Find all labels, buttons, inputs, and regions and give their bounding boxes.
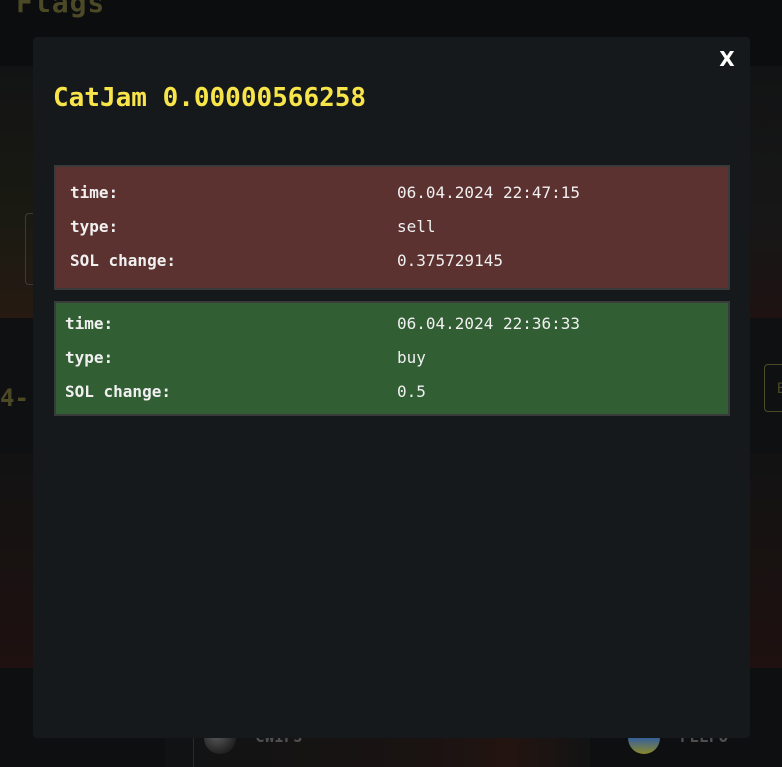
background-page-title: Flags (16, 0, 106, 19)
field-value: buy (397, 348, 426, 367)
field-value: 06.04.2024 22:36:33 (397, 314, 581, 333)
transaction-row-time: time: 06.04.2024 22:47:15 (56, 182, 728, 204)
transaction-card-buy: time: 06.04.2024 22:36:33 type: buy SOL … (54, 301, 730, 416)
field-label: type: (65, 348, 114, 367)
background-lower-left (0, 453, 33, 668)
close-button[interactable]: X (718, 47, 736, 71)
field-label: SOL change: (65, 382, 171, 401)
field-label: time: (65, 314, 114, 333)
field-label: type: (70, 217, 119, 236)
modal-title: CatJam 0.00000566258 (53, 83, 367, 113)
transaction-row-type: type: buy (56, 347, 728, 369)
transaction-row-time: time: 06.04.2024 22:36:33 (56, 313, 728, 335)
background-panel-right (750, 66, 782, 318)
background-code-text: 4- (0, 384, 29, 412)
transaction-card-sell: time: 06.04.2024 22:47:15 type: sell SOL… (54, 165, 730, 290)
field-value: 06.04.2024 22:47:15 (397, 183, 581, 202)
transactions-modal: X CatJam 0.00000566258 time: 06.04.2024 … (33, 37, 750, 738)
field-label: time: (70, 183, 119, 202)
field-value: sell (397, 217, 436, 236)
background-button: B (764, 364, 782, 412)
field-value: 0.375729145 (397, 251, 503, 270)
field-label: SOL change: (70, 251, 176, 270)
transaction-row-sol-change: SOL change: 0.375729145 (56, 250, 728, 272)
field-value: 0.5 (397, 382, 426, 401)
transaction-row-type: type: sell (56, 216, 728, 238)
background-lower-right (750, 453, 782, 668)
transaction-row-sol-change: SOL change: 0.5 (56, 381, 728, 403)
